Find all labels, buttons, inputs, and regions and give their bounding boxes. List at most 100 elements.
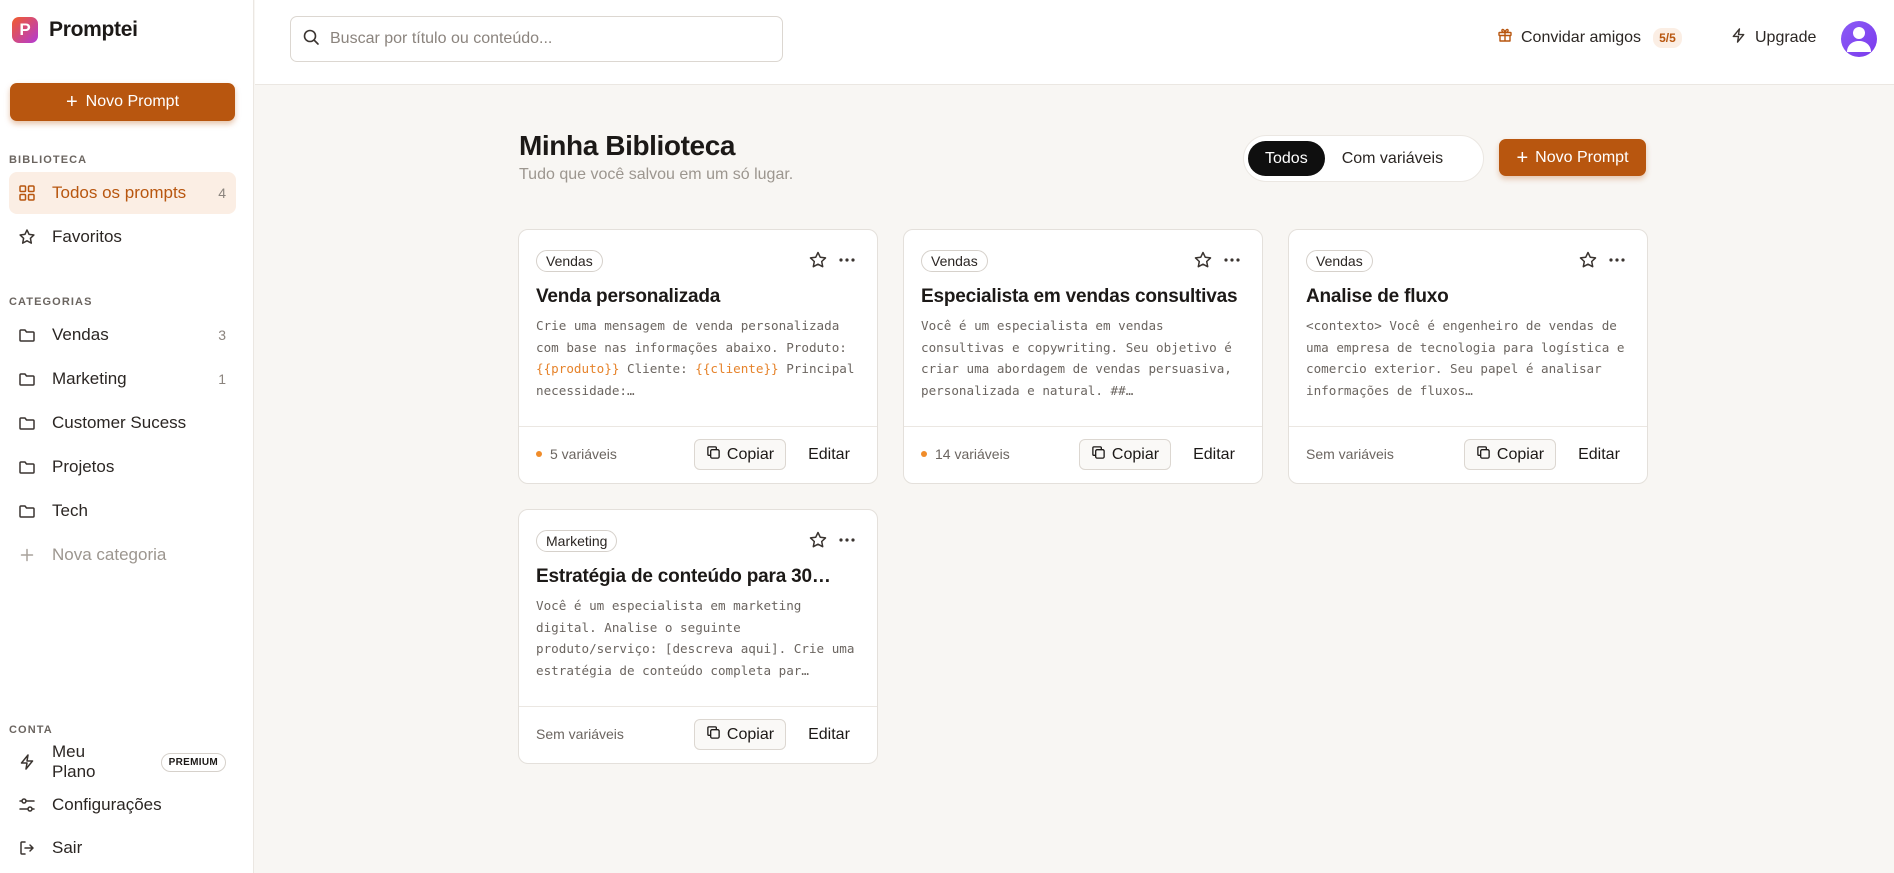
prompt-card[interactable]: Vendas Venda personalizada Crie uma mens… (518, 229, 878, 484)
sidebar-new-prompt-label: Novo Prompt (85, 93, 180, 110)
variables-info: 14 variáveis (921, 446, 1010, 462)
card-divider (904, 426, 1262, 427)
copy-label: Copiar (1111, 445, 1160, 463)
grid-icon (18, 184, 36, 202)
variables-info: Sem variáveis (1306, 446, 1394, 462)
premium-badge: PREMIUM (160, 752, 226, 772)
folder-icon (18, 370, 36, 388)
brand[interactable]: P Promptei (12, 17, 138, 43)
category-tag: Vendas (921, 250, 988, 272)
sidebar-item-label: Sair (52, 838, 83, 857)
sidebar-new-prompt-button[interactable]: + Novo Prompt (10, 83, 235, 121)
sidebar-item-label: Todos os prompts (52, 183, 187, 202)
variables-info: 5 variáveis (536, 446, 617, 462)
sidebar: P Promptei + Novo Prompt BIBLIOTECA Todo… (0, 0, 254, 873)
brand-logo-icon: P (12, 17, 38, 43)
more-options-icon[interactable] (837, 250, 857, 270)
filter-com-variaveis[interactable]: Com variáveis (1325, 141, 1460, 176)
sidebar-item-sair[interactable]: Sair (9, 827, 236, 869)
search-input[interactable] (330, 30, 770, 48)
edit-button[interactable]: Editar (1182, 439, 1246, 470)
upgrade-button[interactable]: Upgrade (1730, 27, 1816, 49)
sidebar-item-label: Vendas (52, 325, 109, 344)
more-options-icon[interactable] (1222, 250, 1242, 270)
card-divider (1289, 426, 1647, 427)
sidebar-item-configuracoes[interactable]: Configurações (9, 784, 236, 826)
gift-icon (1497, 27, 1513, 48)
more-options-icon[interactable] (837, 530, 857, 550)
variables-label: Sem variáveis (1306, 446, 1394, 462)
prompt-card[interactable]: Marketing Estratégia de conteúdo para 30… (518, 509, 878, 764)
invite-friends-button[interactable]: Convidar amigos 5/5 (1497, 27, 1682, 48)
variables-label: 14 variáveis (935, 446, 1010, 462)
variables-dot (921, 451, 927, 457)
main-new-prompt-button[interactable]: + Novo Prompt (1499, 139, 1646, 176)
favorite-star-icon[interactable] (808, 530, 828, 550)
sidebar-item-label: Configurações (52, 795, 162, 814)
sidebar-item-count: 1 (218, 371, 226, 387)
sidebar-item-all-prompts[interactable]: Todos os prompts 4 (9, 172, 236, 214)
card-body: Você é um especialista em vendas consult… (921, 315, 1246, 403)
prompt-card[interactable]: Vendas Analise de fluxo <contexto> Você … (1288, 229, 1648, 484)
new-category-label: Nova categoria (52, 545, 167, 564)
sidebar-item-label: Projetos (52, 457, 115, 476)
sliders-icon (18, 796, 36, 814)
sidebar-item-projetos[interactable]: Projetos (9, 446, 236, 488)
copy-label: Copiar (726, 725, 775, 743)
prompt-card[interactable]: Vendas Especialista em vendas consultiva… (903, 229, 1263, 484)
copy-button[interactable]: Copiar (1464, 439, 1556, 470)
user-avatar[interactable] (1841, 21, 1877, 57)
favorite-star-icon[interactable] (1193, 250, 1213, 270)
card-body: <contexto> Você é engenheiro de vendas d… (1306, 315, 1631, 403)
card-body: Crie uma mensagem de venda personalizada… (536, 315, 861, 403)
copy-icon (1091, 445, 1106, 465)
variables-dot (536, 451, 542, 457)
plus-icon (18, 546, 36, 564)
more-options-icon[interactable] (1607, 250, 1627, 270)
copy-icon (1476, 445, 1491, 465)
variable-token: {{cliente}} (695, 361, 779, 376)
favorite-star-icon[interactable] (1578, 250, 1598, 270)
edit-button[interactable]: Editar (797, 719, 861, 750)
plus-icon: + (65, 91, 78, 113)
new-category-button[interactable]: Nova categoria (9, 534, 236, 576)
copy-button[interactable]: Copiar (694, 719, 786, 750)
sidebar-item-customer-sucess[interactable]: Customer Sucess (9, 402, 236, 444)
variable-token: {{produto}} (536, 361, 620, 376)
favorite-star-icon[interactable] (808, 250, 828, 270)
main-new-prompt-label: Novo Prompt (1535, 148, 1629, 166)
page-title: Minha Biblioteca (519, 130, 736, 161)
copy-button[interactable]: Copiar (694, 439, 786, 470)
variables-info: Sem variáveis (536, 726, 624, 742)
sidebar-item-tech[interactable]: Tech (9, 490, 236, 532)
sidebar-item-label: Meu Plano (52, 742, 96, 781)
copy-button[interactable]: Copiar (1079, 439, 1171, 470)
filter-toggle: Todos Com variáveis (1243, 135, 1484, 182)
copy-label: Copiar (1496, 445, 1545, 463)
search-box[interactable] (290, 16, 783, 62)
body-text: Crie uma mensagem de venda personalizada… (536, 318, 847, 355)
library-section-title: BIBLIOTECA (9, 154, 88, 166)
copy-icon (706, 725, 721, 745)
sidebar-item-vendas[interactable]: Vendas 3 (9, 314, 236, 356)
folder-icon (18, 414, 36, 432)
category-tag: Marketing (536, 530, 618, 552)
sidebar-item-favorites[interactable]: Favoritos (9, 216, 236, 258)
sidebar-item-count: 4 (218, 185, 226, 201)
account-section-title: CONTA (9, 724, 53, 736)
body-text: Você é um especialista em marketing digi… (536, 598, 855, 678)
card-divider (519, 426, 877, 427)
card-divider (519, 706, 877, 707)
card-title: Estratégia de conteúdo para 30… (536, 566, 831, 587)
filter-todos[interactable]: Todos (1248, 141, 1325, 176)
user-icon (1844, 22, 1874, 57)
sidebar-item-marketing[interactable]: Marketing 1 (9, 358, 236, 400)
copy-icon (706, 445, 721, 465)
plus-icon: + (1516, 146, 1529, 169)
sidebar-item-meu-plano[interactable]: Meu Plano PREMIUM (9, 741, 236, 783)
invite-friends-label: Convidar amigos (1521, 28, 1642, 46)
search-icon (302, 28, 320, 51)
sidebar-item-label: Marketing (52, 369, 127, 388)
edit-button[interactable]: Editar (1567, 439, 1631, 470)
edit-button[interactable]: Editar (797, 439, 861, 470)
